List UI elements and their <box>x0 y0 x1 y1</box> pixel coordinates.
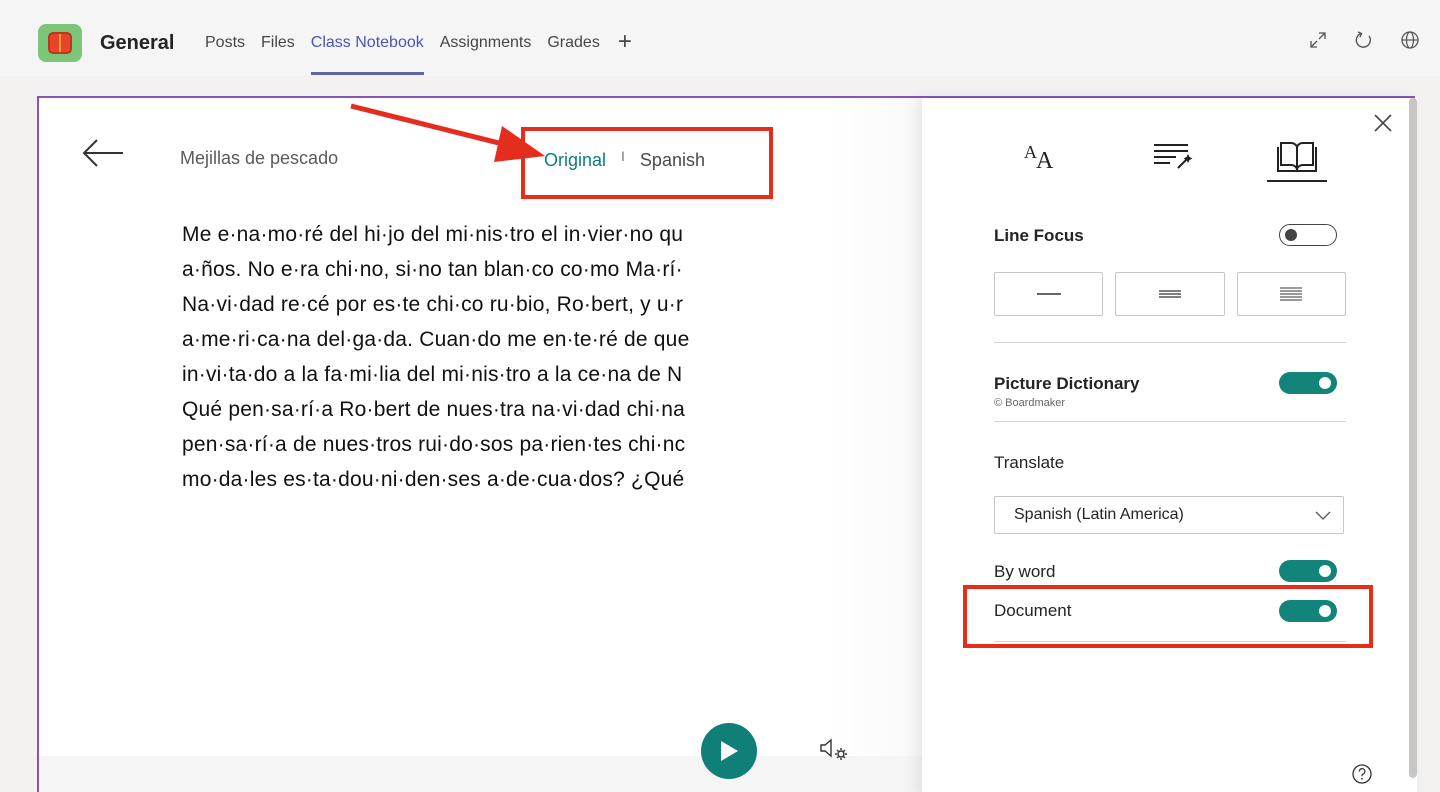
text-preferences-icon[interactable]: A A <box>1012 132 1072 180</box>
document-title: Mejillas de pescado <box>180 148 339 168</box>
reader-pane: Mejillas de pescado Original I Spanish M… <box>39 98 926 792</box>
divider <box>994 641 1346 642</box>
original-language-button[interactable]: Original <box>544 150 606 171</box>
channel-tabs: Posts Files Class Notebook Assignments G… <box>205 30 632 76</box>
picture-dictionary-toggle[interactable] <box>1279 372 1337 394</box>
translate-label: Translate <box>994 453 1065 472</box>
divider <box>994 342 1346 343</box>
voice-settings-icon[interactable] <box>818 734 850 764</box>
tab-assignments[interactable]: Assignments <box>440 34 532 76</box>
tab-grades[interactable]: Grades <box>547 34 599 76</box>
close-icon[interactable] <box>1372 112 1394 134</box>
text-line: a·me·ri·ca·na del·ga·da. Cuan·do me en·t… <box>182 328 690 351</box>
grammar-options-icon[interactable] <box>1142 132 1202 180</box>
text-line: in·vi·ta·do a la fa·mi·lia del mi·nis·tr… <box>182 363 683 386</box>
by-word-label: By word <box>994 562 1056 581</box>
text-line: a·ños. No e·ra chi·no, si·no tan blan·co… <box>182 258 683 281</box>
refresh-icon[interactable] <box>1354 30 1374 50</box>
line-focus-options <box>994 272 1346 318</box>
text-line: mo·da·les es·ta·dou·ni·den·ses a·de·cua·… <box>182 468 685 491</box>
line-focus-three-lines-button[interactable] <box>1115 272 1225 316</box>
add-tab-button[interactable]: + <box>618 30 632 76</box>
picture-dictionary-label: Picture Dictionary <box>994 374 1140 393</box>
team-name: General <box>100 32 175 54</box>
picture-dictionary-credit: © Boardmaker <box>994 397 1066 409</box>
text-line: pen·sa·rí·a de nues·tros rui·do·sos pa·r… <box>182 433 686 456</box>
tab-class-notebook[interactable]: Class Notebook <box>310 34 424 76</box>
text-line: Qué pen·sa·rí·a Ro·bert de nues·tra na·v… <box>182 398 685 421</box>
svg-text:A: A <box>1036 148 1054 174</box>
play-button[interactable] <box>701 723 757 779</box>
panel-scrollbar[interactable] <box>1409 98 1417 778</box>
translate-language-value: Spanish (Latin America) <box>1014 506 1184 523</box>
by-word-toggle[interactable] <box>1279 560 1337 582</box>
document-toggle[interactable] <box>1279 600 1337 622</box>
text-line: Na·vi·dad re·cé por es·te chi·co ru·bio,… <box>182 293 684 316</box>
text-line: Me e·na·mo·ré del hi·jo del mi·nis·tro e… <box>182 223 684 246</box>
document-label: Document <box>994 601 1072 620</box>
reading-preferences-icon[interactable] <box>1267 132 1327 182</box>
bottom-strip <box>39 756 923 792</box>
back-arrow-icon[interactable] <box>81 138 125 168</box>
language-switch: Original I Spanish <box>544 147 705 171</box>
tab-files[interactable]: Files <box>261 34 295 76</box>
help-icon[interactable] <box>1350 762 1374 786</box>
team-avatar-icon[interactable] <box>38 24 82 62</box>
translate-language-select[interactable]: Spanish (Latin America) <box>994 496 1344 534</box>
line-focus-five-lines-button[interactable] <box>1236 272 1346 316</box>
immersive-reader-frame: Mejillas de pescado Original I Spanish M… <box>37 96 1417 792</box>
divider <box>994 421 1346 422</box>
line-focus-toggle[interactable] <box>1279 224 1337 246</box>
chevron-down-icon <box>1315 511 1331 520</box>
spanish-language-button[interactable]: Spanish <box>640 150 705 171</box>
expand-icon[interactable] <box>1308 30 1328 50</box>
reading-preferences-panel: A A Line Focus Picture Dictionary © Boar… <box>922 98 1417 792</box>
tab-posts[interactable]: Posts <box>205 34 245 76</box>
reader-text: Me e·na·mo·ré del hi·jo del mi·nis·tro e… <box>182 217 923 497</box>
top-bar: General Posts Files Class Notebook Assig… <box>0 0 1440 76</box>
top-actions <box>1308 30 1420 50</box>
panel-tabs: A A <box>992 132 1352 182</box>
line-focus-label: Line Focus <box>994 226 1084 245</box>
line-focus-one-line-button[interactable] <box>994 272 1104 316</box>
globe-icon[interactable] <box>1400 30 1420 50</box>
language-separator: I <box>621 147 625 164</box>
annotation-arrow-icon <box>350 103 545 162</box>
